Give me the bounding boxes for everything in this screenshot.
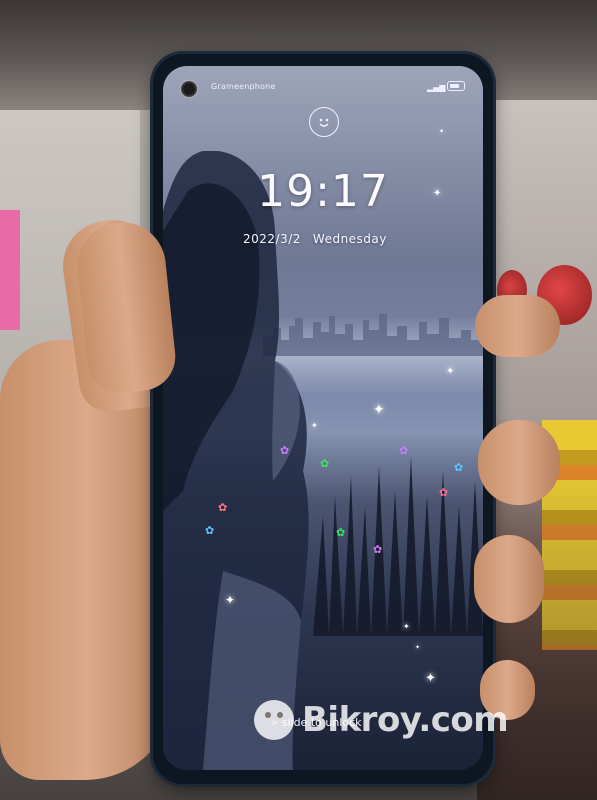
finger [474, 535, 544, 623]
sparkle-icon: ✦ [433, 188, 442, 199]
sparkle-icon: ✦ [311, 421, 318, 430]
front-camera [180, 80, 198, 98]
sparkle-icon: ✦ [439, 128, 445, 135]
lock-screen[interactable]: Grameenphone ▂▄▆ 19:17 2022/3/2 Wednesday… [163, 66, 483, 770]
finger [478, 420, 560, 505]
star-icon: ✿ [320, 457, 330, 470]
star-icon: ✿ [336, 526, 346, 539]
smartphone: Grameenphone ▂▄▆ 19:17 2022/3/2 Wednesday… [153, 54, 493, 784]
star-icon: ✿ [454, 461, 464, 474]
star-icon: ✿ [399, 444, 409, 457]
watermark-text: Bikroy.com [302, 700, 509, 740]
face-unlock-icon[interactable] [309, 107, 339, 137]
sparkle-icon: ✦ [373, 402, 385, 418]
bikroy-logo-icon [254, 700, 294, 740]
watermark: Bikroy.com [254, 700, 509, 740]
carrier-name: Grameenphone [211, 82, 276, 91]
star-icon: ✿ [280, 444, 290, 457]
star-icon: ✿ [218, 501, 228, 514]
battery-icon [447, 81, 465, 91]
smiley-icon [319, 118, 329, 127]
star-icon: ✿ [205, 524, 215, 537]
signal-icon: ▂▄▆ [427, 83, 446, 92]
weekday: Wednesday [312, 232, 387, 246]
sparkle-icon: ✦ [446, 366, 455, 377]
sparkle-icon: ✦ [225, 593, 236, 607]
sparkle-icon: ✦ [403, 622, 410, 631]
finger [475, 295, 560, 357]
sparkle-icon: ✦ [425, 671, 436, 686]
sparkle-icon: ✦ [415, 644, 421, 651]
star-icon: ✿ [373, 543, 383, 556]
star-icon: ✿ [439, 486, 449, 499]
date-value: 2022/3/2 [243, 232, 301, 246]
clock-date: 2022/3/2 Wednesday [243, 232, 399, 246]
